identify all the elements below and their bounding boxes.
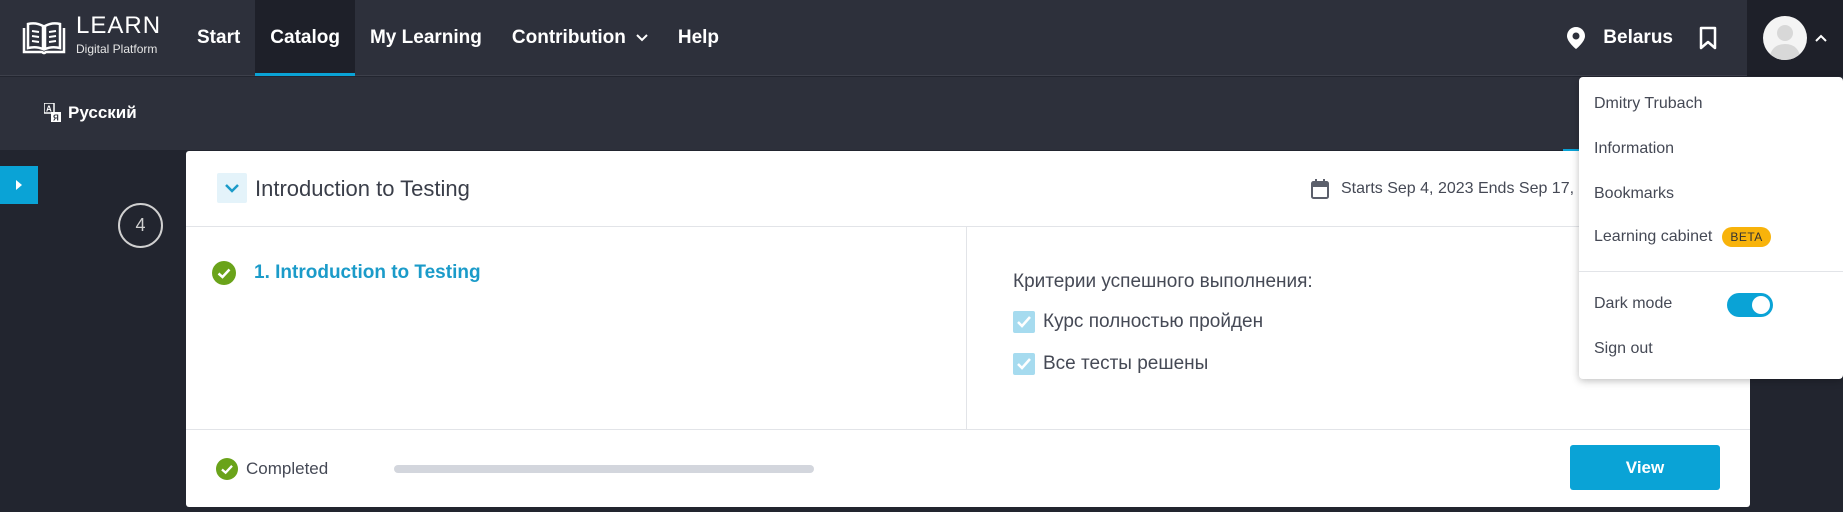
- logo-title: LEARN: [76, 12, 162, 39]
- logo-subtitle: Digital Platform: [76, 42, 158, 56]
- toggle-knob: [1752, 296, 1770, 314]
- criteria-title: Критерии успешного выполнения:: [1013, 271, 1313, 292]
- nav-my-learning[interactable]: My Learning: [355, 0, 497, 76]
- status-badge: Completed: [216, 458, 328, 480]
- nav-start[interactable]: Start: [182, 0, 255, 76]
- top-navbar: LEARN Digital Platform Start Catalog My …: [0, 0, 1843, 76]
- progress-fill: [394, 465, 814, 473]
- chevron-right-icon: [16, 180, 22, 190]
- language-switcher[interactable]: A Я Русский: [44, 103, 137, 123]
- main-nav: Start Catalog My Learning Contribution H…: [182, 0, 734, 76]
- location-selector[interactable]: Belarus: [1567, 27, 1673, 49]
- menu-item-user-name[interactable]: Dmitry Trubach: [1594, 95, 1702, 113]
- menu-item-dark-mode: Dark mode: [1594, 295, 1673, 312]
- nav-contribution[interactable]: Contribution: [497, 0, 663, 76]
- logo[interactable]: LEARN Digital Platform: [22, 14, 161, 58]
- avatar: [1763, 16, 1807, 60]
- calendar-icon: [1311, 179, 1329, 199]
- status-label: Completed: [246, 459, 329, 478]
- criteria-label: Все тесты решены: [1043, 353, 1209, 374]
- view-button[interactable]: View: [1570, 445, 1720, 490]
- sidebar-expand-button[interactable]: [0, 166, 38, 204]
- svg-text:Я: Я: [53, 114, 59, 123]
- criteria-label: Курс полностью пройден: [1043, 311, 1264, 332]
- lessons-panel: 1. Introduction to Testing: [186, 227, 967, 429]
- language-label: Русский: [68, 103, 137, 122]
- success-criteria: Критерии успешного выполнения: Курс полн…: [1013, 271, 1313, 395]
- card-footer: Completed View: [186, 429, 1750, 507]
- bookmark-icon: [1699, 26, 1717, 50]
- check-circle-icon: [216, 458, 238, 480]
- user-dropdown-menu: Dmitry Trubach Information Bookmarks Lea…: [1579, 77, 1843, 379]
- menu-item-information[interactable]: Information: [1594, 140, 1674, 158]
- user-menu-toggle[interactable]: [1747, 0, 1843, 76]
- step-number: 4: [118, 203, 163, 248]
- lesson-link[interactable]: 1. Introduction to Testing: [254, 262, 481, 284]
- course-dates: Starts Sep 4, 2023 Ends Sep 17, 2: [1311, 179, 1587, 199]
- chevron-down-icon: [225, 183, 239, 193]
- beta-badge: BETA: [1722, 227, 1771, 247]
- chevron-up-icon: [1815, 34, 1827, 42]
- nav-help[interactable]: Help: [663, 0, 734, 76]
- collapse-button[interactable]: [217, 173, 247, 203]
- menu-divider: [1579, 271, 1843, 272]
- user-icon: [1769, 25, 1801, 60]
- location-label: Belarus: [1603, 27, 1673, 48]
- menu-item-learning-cabinet[interactable]: Learning cabinet BETA: [1594, 227, 1771, 247]
- bookmarks-button[interactable]: [1699, 26, 1717, 50]
- menu-item-sign-out[interactable]: Sign out: [1594, 340, 1653, 358]
- check-icon: [1017, 316, 1031, 328]
- nav-contribution-label: Contribution: [511, 27, 626, 48]
- course-dates-text: Starts Sep 4, 2023 Ends Sep 17, 2: [1341, 180, 1588, 197]
- check-circle-icon: [212, 261, 236, 285]
- course-card: Introduction to Testing Starts Sep 4, 20…: [186, 151, 1750, 507]
- check-icon: [1017, 358, 1031, 370]
- chevron-down-icon: [636, 34, 648, 42]
- dark-mode-toggle[interactable]: [1727, 293, 1773, 317]
- menu-item-bookmarks[interactable]: Bookmarks: [1594, 185, 1674, 203]
- translate-icon: A Я: [44, 103, 61, 123]
- book-icon: [22, 22, 66, 55]
- card-header: Introduction to Testing Starts Sep 4, 20…: [186, 151, 1750, 227]
- sub-toolbar: A Я Русский: [0, 77, 1843, 152]
- learning-cabinet-label: Learning cabinet: [1594, 228, 1713, 245]
- progress-bar: [394, 465, 814, 473]
- criteria-item: Все тесты решены: [1013, 353, 1313, 375]
- course-title: Introduction to Testing: [255, 176, 470, 201]
- list-item: 1. Introduction to Testing: [212, 261, 481, 285]
- checkbox-checked: [1013, 311, 1035, 333]
- criteria-item: Курс полностью пройден: [1013, 311, 1313, 333]
- checkbox-checked: [1013, 353, 1035, 375]
- map-pin-icon: [1567, 27, 1586, 49]
- nav-catalog[interactable]: Catalog: [255, 0, 355, 76]
